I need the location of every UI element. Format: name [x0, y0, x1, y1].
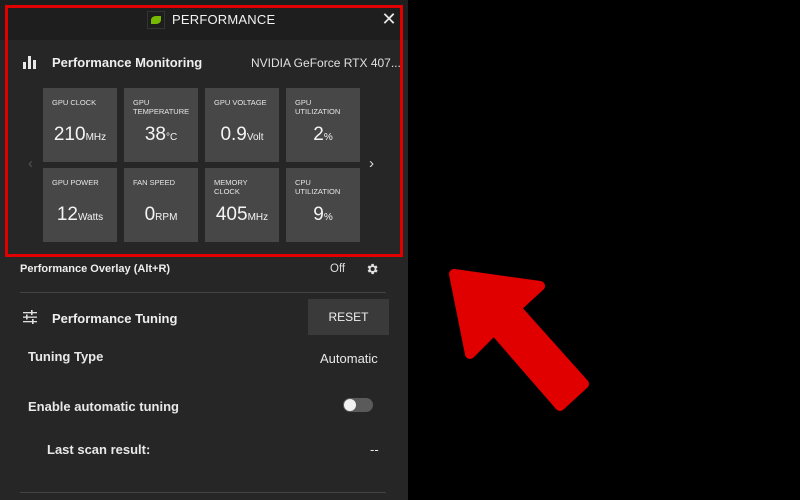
section-divider	[20, 292, 386, 293]
performance-overlay-state: Off	[330, 263, 346, 275]
last-scan-label: Last scan result:	[47, 442, 151, 457]
red-arrow-icon	[449, 269, 589, 411]
sliders-icon	[23, 310, 37, 324]
gear-icon[interactable]	[365, 262, 379, 276]
section-divider	[20, 492, 386, 493]
tuning-type-value[interactable]: Automatic	[320, 351, 378, 366]
auto-tuning-toggle[interactable]	[343, 398, 373, 412]
auto-tuning-label: Enable automatic tuning	[28, 399, 179, 414]
highlight-box	[5, 5, 403, 257]
reset-button[interactable]: RESET	[308, 299, 389, 335]
performance-overlay-label: Performance Overlay (Alt+R)	[20, 263, 171, 275]
performance-panel: PERFORMANCE ✕ Performance Monitoring NVI…	[0, 0, 408, 500]
last-scan-value: --	[370, 442, 379, 457]
tuning-title: Performance Tuning	[52, 311, 178, 326]
toggle-knob	[344, 399, 356, 411]
tuning-type-label: Tuning Type	[28, 349, 104, 364]
